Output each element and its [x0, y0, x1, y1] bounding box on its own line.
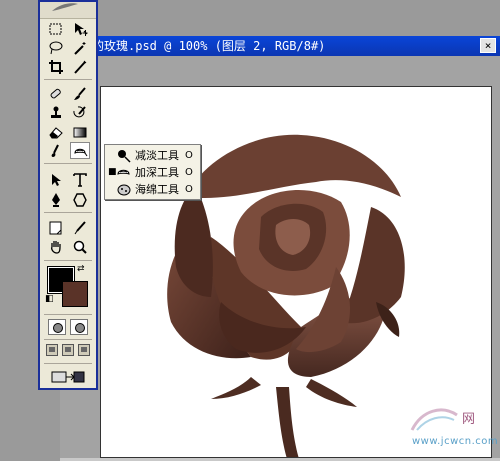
- background-color-swatch[interactable]: [62, 281, 88, 307]
- brush-tool-icon[interactable]: [70, 85, 90, 102]
- item-label: 减淡工具: [135, 149, 179, 162]
- document-title: 的玫瑰.psd @ 100% (图层 2, RGB/8#): [92, 39, 326, 53]
- item-label: 海绵工具: [135, 183, 179, 196]
- default-colors-icon[interactable]: ◧: [45, 294, 54, 304]
- eraser-tool-icon[interactable]: [46, 123, 66, 140]
- blur-tool-icon[interactable]: [46, 142, 66, 159]
- dodge-tool-item[interactable]: 减淡工具 O: [105, 147, 202, 164]
- slice-tool-icon[interactable]: [70, 58, 90, 75]
- jump-to-imageready-icon[interactable]: [48, 368, 88, 385]
- separator: [44, 339, 92, 340]
- quick-mask-button[interactable]: [70, 319, 88, 335]
- crop-tool-icon[interactable]: [46, 58, 66, 75]
- close-button[interactable]: ×: [480, 38, 496, 53]
- sponge-tool-item[interactable]: 海绵工具 O: [105, 181, 202, 198]
- item-check: ■: [108, 167, 117, 177]
- shape-tool-icon[interactable]: [70, 191, 90, 208]
- move-tool-icon[interactable]: [70, 20, 90, 37]
- document-window: 的玫瑰.psd @ 100% (图层 2, RGB/8#) ×: [60, 36, 500, 461]
- pen-tool-icon[interactable]: [46, 191, 66, 208]
- separator: [44, 260, 92, 261]
- item-shortcut: O: [185, 150, 193, 161]
- item-label: 加深工具: [135, 166, 179, 179]
- watermark-icon: [410, 408, 458, 431]
- lasso-tool-icon[interactable]: [46, 39, 66, 56]
- burn-tool-icon[interactable]: [70, 142, 90, 159]
- toning-tools-flyout: 减淡工具 O ■ 加深工具 O 海绵工具 O: [104, 144, 201, 200]
- watermark-logo: 网 www.jcwcn.com: [402, 400, 498, 460]
- item-shortcut: O: [185, 184, 193, 195]
- separator: [44, 314, 92, 315]
- zoom-tool-icon[interactable]: [70, 238, 90, 255]
- standard-mode-button[interactable]: [48, 319, 66, 335]
- burn-tool-item[interactable]: ■ 加深工具 O: [105, 164, 202, 181]
- full-screen-menu-button[interactable]: [62, 344, 74, 356]
- eyedropper-icon[interactable]: [70, 219, 90, 236]
- separator: [44, 163, 92, 164]
- item-shortcut: O: [185, 167, 193, 178]
- separator: [44, 363, 92, 364]
- clone-stamp-icon[interactable]: [46, 104, 66, 121]
- marquee-tool-icon[interactable]: [46, 20, 66, 37]
- feather-icon: [52, 3, 78, 11]
- watermark-cn-text: 网: [462, 412, 476, 427]
- magic-wand-icon[interactable]: [70, 39, 90, 56]
- watermark-url: www.jcwcn.com: [412, 436, 499, 447]
- healing-brush-icon[interactable]: [46, 85, 66, 102]
- path-selection-icon[interactable]: [46, 171, 66, 188]
- type-tool-icon[interactable]: [70, 171, 90, 188]
- notes-tool-icon[interactable]: [46, 219, 66, 236]
- separator: [44, 212, 92, 213]
- sponge-icon: [117, 184, 131, 196]
- burn-icon: [117, 169, 130, 175]
- separator: [44, 79, 92, 80]
- swap-colors-icon[interactable]: ⇄: [77, 264, 85, 274]
- toolbox-header[interactable]: [40, 2, 96, 19]
- hand-tool-icon[interactable]: [46, 238, 66, 255]
- full-screen-button[interactable]: [78, 344, 90, 356]
- history-brush-icon[interactable]: [70, 104, 90, 121]
- dodge-icon: [118, 150, 131, 163]
- toolbox: ⇄ ◧: [38, 0, 98, 390]
- gradient-tool-icon[interactable]: [70, 123, 90, 140]
- document-titlebar[interactable]: 的玫瑰.psd @ 100% (图层 2, RGB/8#) ×: [60, 36, 500, 56]
- standard-screen-button[interactable]: [46, 344, 58, 356]
